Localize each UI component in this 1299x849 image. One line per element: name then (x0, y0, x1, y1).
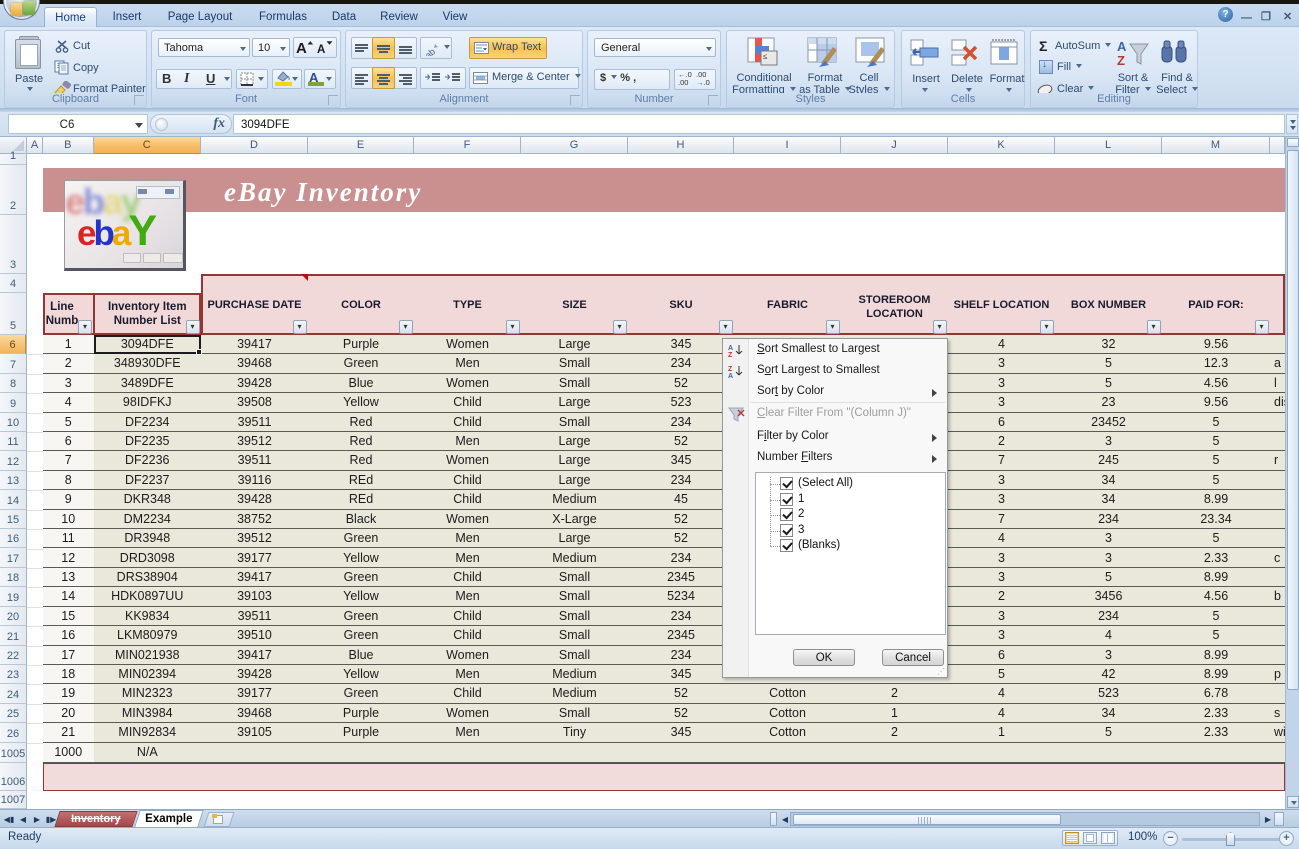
svg-text:≤: ≤ (763, 52, 768, 61)
svg-text:A: A (317, 44, 325, 56)
svg-text:A: A (728, 345, 733, 352)
svg-text:A: A (728, 373, 733, 379)
svg-text:Z: Z (728, 352, 733, 358)
svg-text:A: A (1117, 39, 1127, 54)
svg-text:A: A (296, 40, 307, 56)
svg-text:Z: Z (1117, 53, 1125, 68)
svg-text:Z: Z (728, 366, 733, 373)
svg-text:ab: ab (424, 46, 437, 56)
